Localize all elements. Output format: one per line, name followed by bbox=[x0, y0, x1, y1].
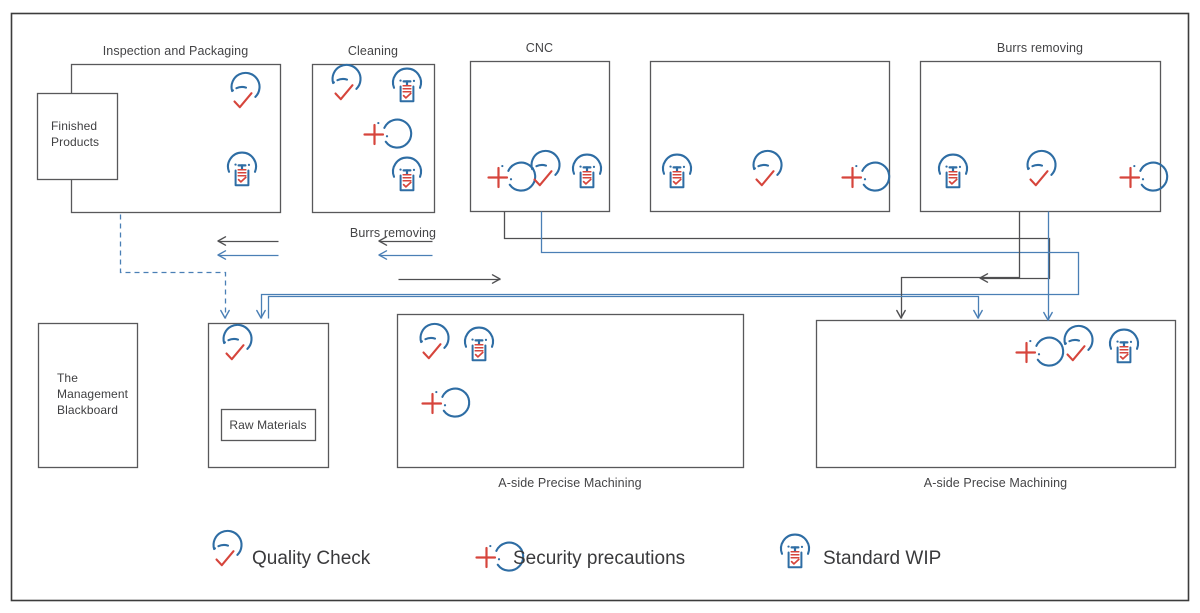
station-box-burrs-removing-station[interactable] bbox=[919, 60, 1162, 213]
security-arc-dot-right bbox=[1141, 178, 1145, 181]
legend-label-standard-wip: Standard WIP bbox=[823, 548, 942, 569]
quality-arc-dash-a bbox=[424, 336, 437, 341]
station-label-a-side-precise-machining-right: A-side Precise Machining bbox=[923, 476, 1068, 490]
quality-arc-dot bbox=[332, 81, 335, 84]
security-arc-dot-right bbox=[385, 135, 389, 138]
quality-checkmark bbox=[215, 550, 235, 567]
station-label-inspection-and-packaging: Inspection and Packaging bbox=[102, 44, 249, 58]
security-arc-dot-top bbox=[489, 544, 492, 548]
wip-arc-dot-b bbox=[234, 163, 237, 166]
quality-arc-dot bbox=[420, 340, 423, 343]
wip-arc-dot-b bbox=[471, 338, 474, 341]
security-arc-dot-top bbox=[501, 164, 504, 168]
inner-box-label-raw-materials: Raw Materials bbox=[229, 417, 307, 432]
diagram-canvas: Inspection and Packaging Cleaning CNC Burrs… bbox=[0, 0, 1200, 613]
connector-finished-products-dashed bbox=[119, 214, 227, 319]
station-label-management-blackboard: The Management Blackboard bbox=[57, 371, 129, 417]
security-arc-dot-top bbox=[435, 390, 438, 394]
wip-arc-dot-b bbox=[787, 545, 790, 548]
security-arc-dot-top bbox=[1133, 164, 1136, 168]
wip-arc-dot-b bbox=[399, 79, 402, 82]
quality-arc-dot bbox=[213, 547, 216, 550]
connector-cnc-feed-gray bbox=[503, 211, 1051, 280]
security-arc-dot-right bbox=[863, 178, 867, 181]
wip-arc-dot-a bbox=[958, 165, 962, 168]
wip-arc-dot-b bbox=[579, 165, 582, 168]
legend-icon-standard-wip bbox=[779, 533, 811, 569]
wip-arc-dot-a bbox=[592, 165, 596, 168]
security-arc-dot-top bbox=[855, 164, 858, 168]
security-arc-dot-right bbox=[1037, 353, 1041, 356]
quality-arc-dot bbox=[223, 341, 226, 344]
quality-arc-dot bbox=[753, 167, 756, 170]
station-label-cnc: CNC bbox=[525, 41, 554, 55]
security-arc-dot-top bbox=[377, 121, 380, 125]
flow-label-burrs-removing-flow-label: Burrs removing bbox=[349, 226, 437, 240]
quality-arc-dash-a bbox=[1031, 163, 1044, 168]
security-arc-dot-right bbox=[497, 558, 501, 561]
wip-arc-dot-b bbox=[945, 165, 948, 168]
quality-arc-dash-a bbox=[217, 543, 230, 548]
inner-box-label-finished-products: Finished Products bbox=[51, 119, 100, 149]
quality-arc-dot bbox=[231, 89, 234, 92]
quality-arc bbox=[212, 529, 243, 556]
security-arc-dot-right bbox=[509, 178, 513, 181]
quality-arc-dash-a bbox=[336, 77, 349, 82]
wip-arc-dot-a bbox=[247, 163, 251, 166]
quality-arc-dash-a bbox=[235, 85, 248, 90]
security-arc-dot-top bbox=[1029, 339, 1032, 343]
quality-arc-dash-a bbox=[535, 163, 548, 168]
wip-arc-dot-a bbox=[412, 79, 416, 82]
quality-arc-dot bbox=[531, 167, 534, 170]
station-label-cleaning: Cleaning bbox=[347, 44, 399, 58]
station-box-raw-materials-store[interactable] bbox=[207, 322, 330, 469]
wip-arc-dot-a bbox=[682, 165, 686, 168]
quality-arc-dash-a bbox=[1068, 338, 1081, 343]
security-arc-dot-right bbox=[443, 404, 447, 407]
quality-arc-dot bbox=[1027, 167, 1030, 170]
station-label-burrs-removing-station: Burrs removing bbox=[996, 41, 1084, 55]
station-box-cnc[interactable] bbox=[469, 60, 611, 213]
quality-arc-dash-a bbox=[227, 337, 240, 342]
connector-burrs-feed-gray bbox=[900, 211, 1021, 319]
legend-icon-quality-check bbox=[212, 529, 243, 567]
diagram-svg-layer bbox=[10, 12, 1190, 602]
station-box-cnc-second[interactable] bbox=[649, 60, 891, 213]
quality-arc-dot bbox=[1064, 342, 1067, 345]
legend-label-security-precautions: Security precautions bbox=[513, 548, 686, 569]
connectors-layer bbox=[119, 211, 1080, 321]
wip-arc-dot-a bbox=[412, 168, 416, 171]
wip-arc-dot-a bbox=[1129, 340, 1133, 343]
wip-arc-dot-b bbox=[399, 168, 402, 171]
legend-label-quality-check: Quality Check bbox=[252, 548, 371, 569]
station-boxes-layer bbox=[36, 60, 1177, 469]
wip-arc-dot-b bbox=[669, 165, 672, 168]
quality-arc-dash-a bbox=[757, 163, 770, 168]
wip-arc-dot-a bbox=[484, 338, 488, 341]
station-label-a-side-precise-machining-left: A-side Precise Machining bbox=[498, 476, 642, 490]
wip-arc-dot-b bbox=[1116, 340, 1119, 343]
wip-arc-dot-a bbox=[800, 545, 804, 548]
